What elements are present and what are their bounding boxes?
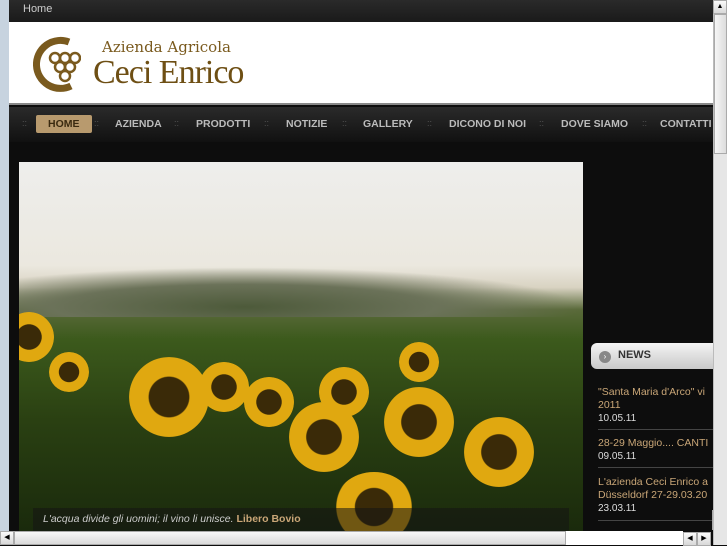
sunflower [49,352,89,392]
sunflower [129,357,209,437]
news-scroll-right-button[interactable]: ▶ [697,532,711,546]
scroll-corner [566,531,683,545]
horizontal-scroll-thumb[interactable] [14,531,566,545]
nav-gallery[interactable]: GALLERY [357,115,419,133]
nav-separator: :: [22,118,28,128]
nav-separator: :: [174,118,180,128]
news-item-title[interactable]: 28-29 Maggio.... CANTI [598,437,713,450]
news-item[interactable]: L'azienda Ceci Enrico a Düsseldorf 27-29.… [598,476,713,515]
quote-author: Libero Bovio [236,513,301,525]
divider [598,467,713,468]
home-link[interactable]: Home [23,3,52,15]
news-item-date: 23.03.11 [598,503,637,514]
nav-contatti[interactable]: CONTATTI [654,115,713,133]
sunflower [464,417,534,487]
scroll-left-button[interactable]: ◀ [0,531,14,545]
sunflower [19,312,54,362]
sunflower [319,367,369,417]
news-item-date: 10.05.11 [598,413,637,424]
nav-separator: :: [642,118,648,128]
news-item-date: 09.05.11 [598,451,637,462]
divider [598,520,713,521]
nav-separator: :: [427,118,433,128]
nav-notizie[interactable]: NOTIZIE [280,115,333,133]
news-item-title[interactable]: 2011 [598,399,713,412]
nav-separator: :: [539,118,545,128]
sunflower [244,377,294,427]
nav-prodotti[interactable]: PRODOTTI [190,115,256,133]
news-item[interactable]: "Santa Maria d'Arco" vi 2011 10.05.11 [598,386,713,425]
divider [598,429,713,430]
news-scroll-left-button[interactable]: ◀ [683,532,697,546]
logo-title[interactable]: Ceci Enrico [93,54,244,92]
chevron-right-icon: › [599,351,611,363]
nav-separator: :: [94,118,100,128]
news-item[interactable]: 28-29 Maggio.... CANTI 09.05.11 [598,437,713,463]
news-header: › NEWS [591,343,713,369]
slideshow-image[interactable]: L'acqua divide gli uomini; il vino li un… [19,162,583,531]
nav-separator: :: [264,118,270,128]
main-nav: :: HOME :: AZIENDA :: PRODOTTI :: NOTIZI… [9,107,713,142]
news-item-title[interactable]: "Santa Maria d'Arco" vi [598,386,713,399]
sunflower [384,387,454,457]
window-edge [0,0,9,545]
nav-home[interactable]: HOME [36,115,92,133]
sunflower [399,342,439,382]
nav-dove-siamo[interactable]: DOVE SIAMO [555,115,634,133]
news-title: NEWS [618,349,651,361]
logo-grape-icon [32,36,81,92]
header: Azienda Agricola Ceci Enrico [9,22,713,105]
news-item-title[interactable]: L'azienda Ceci Enrico a [598,476,713,489]
top-bar: Home [9,0,713,22]
quote-text: L'acqua divide gli uomini; il vino li un… [43,513,234,525]
slideshow-caption: L'acqua divide gli uomini; il vino li un… [33,508,569,531]
vertical-scroll-thumb[interactable] [714,14,727,154]
nav-azienda[interactable]: AZIENDA [109,115,168,133]
nav-dicono-di-noi[interactable]: DICONO DI NOI [443,115,532,133]
news-item-title[interactable]: Düsseldorf 27-29.03.20 [598,489,713,502]
hill-village [19,267,583,317]
nav-separator: :: [342,118,348,128]
scroll-up-button[interactable]: ▲ [713,0,727,14]
sunflower [199,362,249,412]
